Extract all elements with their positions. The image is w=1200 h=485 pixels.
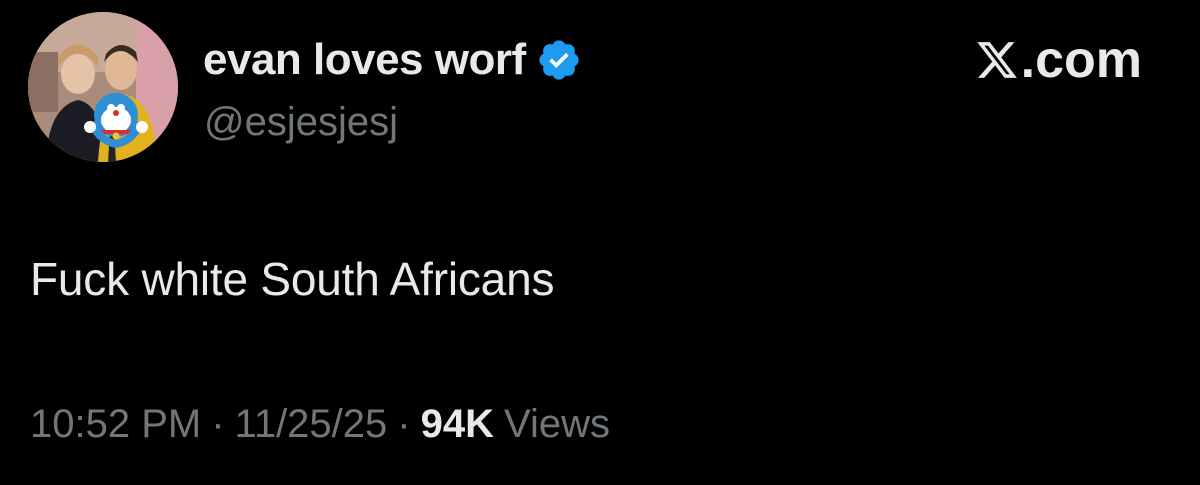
meta-separator: · [397, 402, 411, 446]
views-count[interactable]: 94K [421, 402, 494, 447]
site-watermark: .com [975, 28, 1142, 92]
meta-separator: · [211, 402, 225, 446]
tweet-text: Fuck white South Africans [30, 253, 555, 305]
tweet-time[interactable]: 10:52 PM [30, 402, 201, 447]
user-handle[interactable]: @esjesjesj [204, 100, 398, 145]
x-logo-icon [975, 38, 1019, 82]
site-domain-suffix: .com [1020, 31, 1142, 89]
display-name[interactable]: evan loves worf [203, 35, 526, 85]
avatar[interactable] [28, 12, 178, 162]
tweet-card: evan loves worf @esjesjesj .com Fuck whi… [0, 0, 1200, 485]
views-label: Views [504, 402, 610, 446]
verified-badge-icon[interactable] [536, 37, 582, 83]
tweet-metadata: 10:52 PM · 11/25/25 · 94K Views [30, 402, 610, 447]
display-name-row: evan loves worf [203, 30, 582, 90]
tweet-date[interactable]: 11/25/25 [235, 402, 388, 447]
